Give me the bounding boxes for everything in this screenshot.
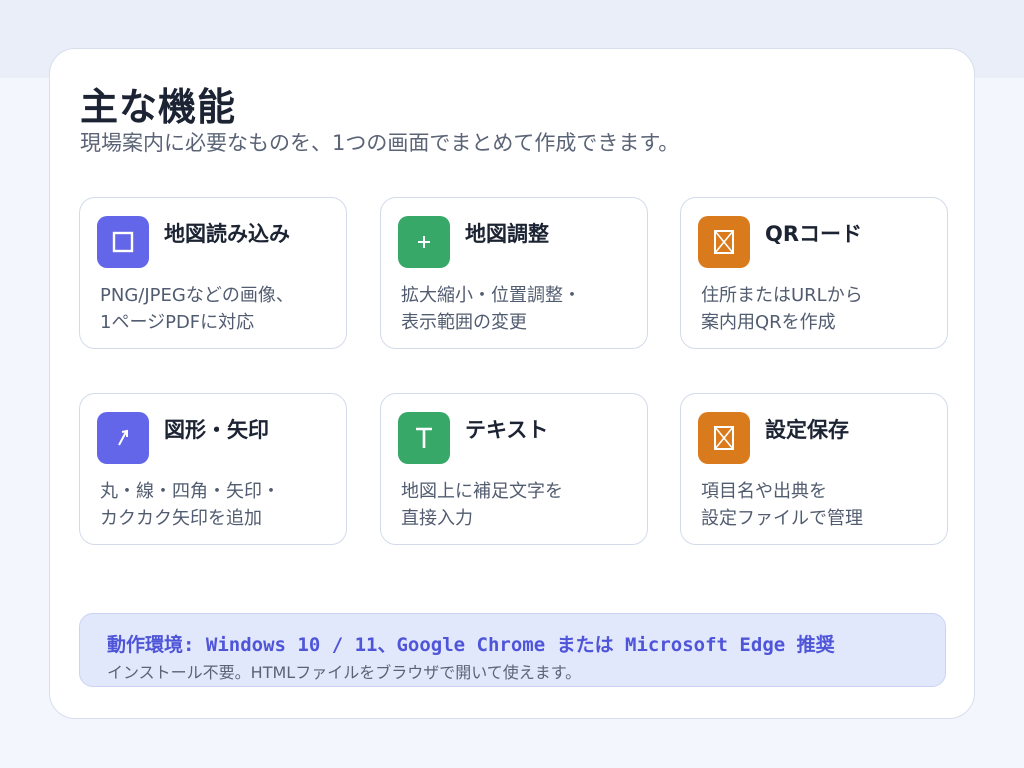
save-box-icon xyxy=(698,412,750,464)
environment-requirement: 動作環境: Windows 10 / 11、Google Chrome または … xyxy=(107,634,835,656)
arrow-icon xyxy=(97,412,149,464)
feature-description-line: 住所またはURLから xyxy=(701,285,863,306)
feature-description-line: 1ページPDFに対応 xyxy=(100,312,255,333)
page-title: 主な機能 xyxy=(80,85,237,129)
text-t-icon xyxy=(398,412,450,464)
feature-description: 項目名や出典を 設定ファイルで管理 xyxy=(701,478,941,532)
feature-card-qr-code: QRコード 住所またはURLから 案内用QRを作成 xyxy=(680,197,948,349)
feature-description: 地図上に補足文字を 直接入力 xyxy=(401,478,641,532)
feature-description: 拡大縮小・位置調整・ 表示範囲の変更 xyxy=(401,282,641,336)
feature-description-line: 拡大縮小・位置調整・ xyxy=(401,285,581,306)
feature-description-line: 項目名や出典を xyxy=(701,481,827,502)
page-subtitle: 現場案内に必要なものを、1つの画面でまとめて作成できます。 xyxy=(80,131,680,155)
feature-description-line: 直接入力 xyxy=(401,508,473,529)
feature-title: 図形・矢印 xyxy=(164,418,269,442)
feature-description-line: 表示範囲の変更 xyxy=(401,312,527,333)
plus-icon xyxy=(398,216,450,268)
feature-description-line: 案内用QRを作成 xyxy=(701,312,836,333)
feature-description-line: 丸・線・四角・矢印・ xyxy=(100,481,280,502)
feature-card-text: テキスト 地図上に補足文字を 直接入力 xyxy=(380,393,648,545)
qr-box-icon xyxy=(698,216,750,268)
feature-title: テキスト xyxy=(465,418,549,442)
feature-description-line: 設定ファイルで管理 xyxy=(701,508,863,529)
feature-card-shapes-arrows: 図形・矢印 丸・線・四角・矢印・ カクカク矢印を追加 xyxy=(79,393,347,545)
square-frame-icon xyxy=(97,216,149,268)
feature-description: 住所またはURLから 案内用QRを作成 xyxy=(701,282,941,336)
feature-title: 設定保存 xyxy=(765,418,849,442)
feature-description-line: 地図上に補足文字を xyxy=(401,481,563,502)
feature-description: PNG/JPEGなどの画像、 1ページPDFに対応 xyxy=(100,282,340,336)
feature-title: 地図調整 xyxy=(465,222,549,246)
feature-card-map-load: 地図読み込み PNG/JPEGなどの画像、 1ページPDFに対応 xyxy=(79,197,347,349)
feature-title: QRコード xyxy=(765,222,863,246)
feature-description-line: カクカク矢印を追加 xyxy=(100,508,262,529)
feature-card-settings-save: 設定保存 項目名や出典を 設定ファイルで管理 xyxy=(680,393,948,545)
environment-note: 動作環境: Windows 10 / 11、Google Chrome または … xyxy=(79,613,946,687)
feature-title: 地図読み込み xyxy=(164,222,290,246)
feature-card-map-adjust: 地図調整 拡大縮小・位置調整・ 表示範囲の変更 xyxy=(380,197,648,349)
feature-description-line: PNG/JPEGなどの画像、 xyxy=(100,285,294,306)
feature-description: 丸・線・四角・矢印・ カクカク矢印を追加 xyxy=(100,478,340,532)
environment-install-note: インストール不要。HTMLファイルをブラウザで開いて使えます。 xyxy=(107,663,582,682)
